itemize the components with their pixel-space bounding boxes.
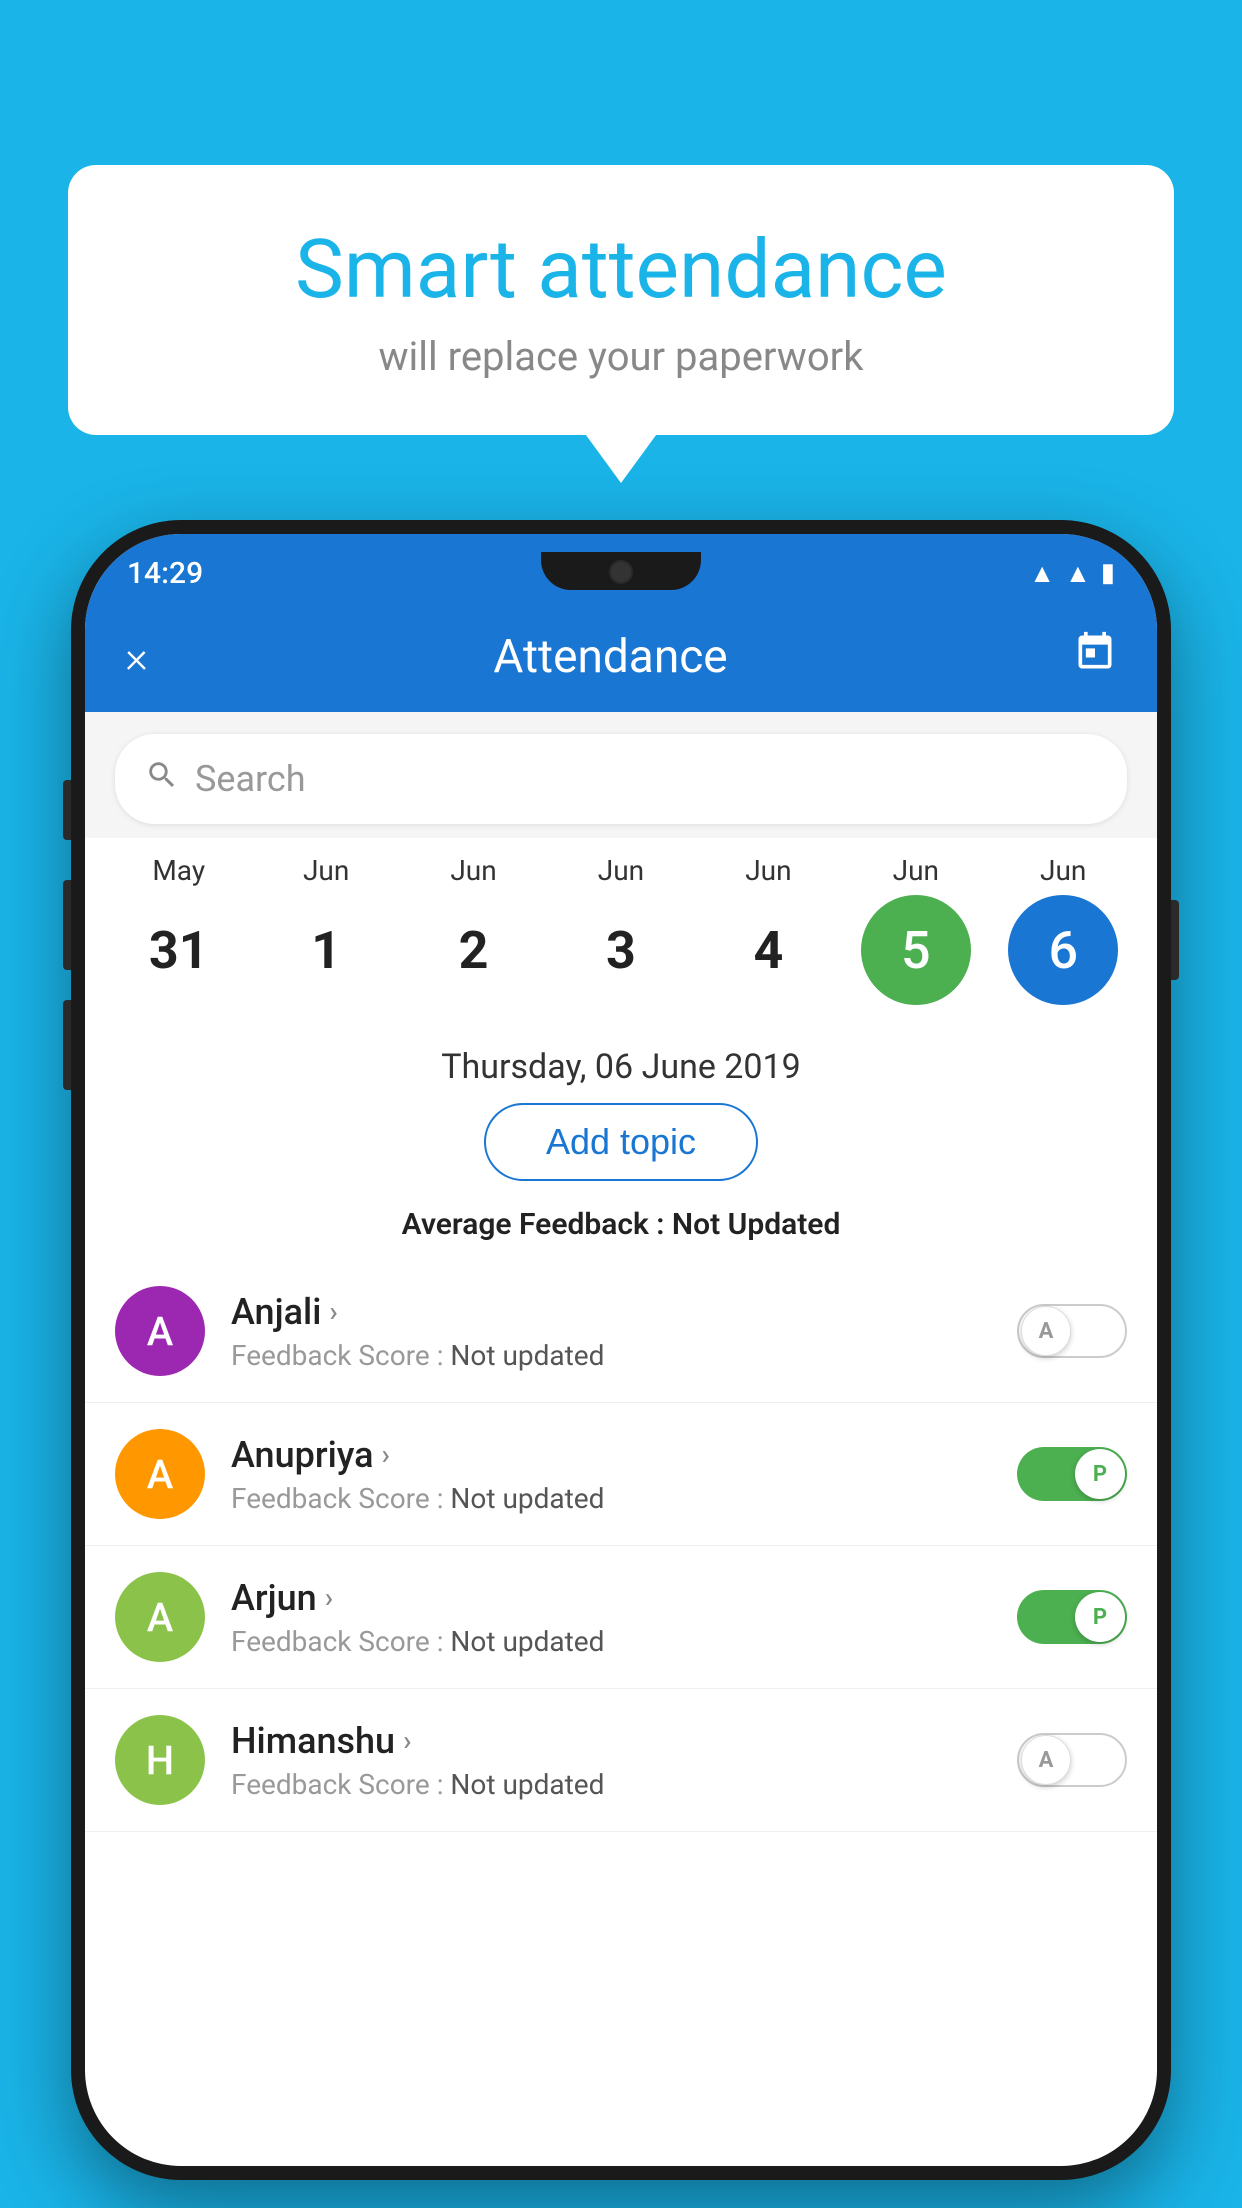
- student-item[interactable]: H Himanshu › Feedback Score : Not updatedA: [85, 1689, 1157, 1832]
- calendar-day[interactable]: Jun 1: [261, 854, 391, 1005]
- student-avatar: A: [115, 1429, 205, 1519]
- wifi-icon: ▲: [1029, 558, 1055, 589]
- calendar-day[interactable]: May 31: [114, 854, 244, 1005]
- student-name: Anjali ›: [231, 1291, 1017, 1333]
- student-item[interactable]: A Anupriya › Feedback Score : Not updated P: [85, 1403, 1157, 1546]
- cal-date-number: 2: [419, 895, 529, 1005]
- student-item[interactable]: A Arjun › Feedback Score : Not updated P: [85, 1546, 1157, 1689]
- cal-date-number: 31: [124, 895, 234, 1005]
- cal-date-number: 6: [1008, 895, 1118, 1005]
- student-feedback: Feedback Score : Not updated: [231, 1768, 1017, 1801]
- toggle-knob: P: [1075, 1592, 1125, 1642]
- cal-month-label: Jun: [303, 854, 349, 887]
- cal-month-label: Jun: [1040, 854, 1086, 887]
- status-time: 14:29: [127, 556, 203, 591]
- student-feedback: Feedback Score : Not updated: [231, 1625, 1017, 1658]
- student-info: Anjali › Feedback Score : Not updated: [231, 1291, 1017, 1372]
- student-info: Arjun › Feedback Score : Not updated: [231, 1577, 1017, 1658]
- close-button[interactable]: ×: [125, 631, 148, 683]
- calendar-day[interactable]: Jun 6: [998, 854, 1128, 1005]
- student-avatar: H: [115, 1715, 205, 1805]
- student-avatar: A: [115, 1572, 205, 1662]
- attendance-toggle[interactable]: P: [1017, 1590, 1127, 1644]
- search-icon: [145, 758, 179, 801]
- chevron-icon: ›: [403, 1724, 411, 1757]
- power-button: [1171, 900, 1179, 980]
- signal-icon: ▲: [1065, 558, 1091, 589]
- content-area: Thursday, 06 June 2019 Add topic Average…: [85, 1029, 1157, 1260]
- chevron-icon: ›: [325, 1581, 333, 1614]
- volume-up-button: [63, 780, 71, 840]
- calendar-day[interactable]: Jun 4: [703, 854, 833, 1005]
- student-list: AAnjali ›Feedback Score : Not updatedAAA…: [85, 1260, 1157, 1832]
- cal-date-number: 4: [713, 895, 823, 1005]
- student-name: Himanshu ›: [231, 1720, 1017, 1762]
- cal-month-label: Jun: [598, 854, 644, 887]
- phone-device: 14:29 ▲ ▲ ▮ × Attendance: [71, 520, 1171, 2180]
- cal-date-number: 5: [861, 895, 971, 1005]
- phone-screen: 14:29 ▲ ▲ ▮ × Attendance: [85, 534, 1157, 2166]
- chevron-icon: ›: [382, 1438, 390, 1471]
- student-avatar: A: [115, 1286, 205, 1376]
- toggle-knob: A: [1021, 1735, 1071, 1785]
- student-feedback: Feedback Score : Not updated: [231, 1339, 1017, 1372]
- avg-feedback-value: Not Updated: [672, 1207, 840, 1242]
- attendance-toggle[interactable]: P: [1017, 1447, 1127, 1501]
- cal-month-label: Jun: [450, 854, 496, 887]
- toggle-knob: A: [1021, 1306, 1071, 1356]
- phone-notch: [541, 552, 701, 590]
- student-info: Himanshu › Feedback Score : Not updated: [231, 1720, 1017, 1801]
- battery-icon: ▮: [1101, 558, 1115, 588]
- calendar-day[interactable]: Jun 3: [556, 854, 686, 1005]
- bubble-subtitle: will replace your paperwork: [118, 333, 1124, 380]
- cal-month-label: Jun: [745, 854, 791, 887]
- status-icons: ▲ ▲ ▮: [1029, 558, 1115, 589]
- selected-date: Thursday, 06 June 2019: [115, 1029, 1127, 1103]
- bubble-title: Smart attendance: [118, 225, 1124, 315]
- silent-button: [63, 1000, 71, 1090]
- cal-date-number: 3: [566, 895, 676, 1005]
- calendar-day[interactable]: Jun 2: [409, 854, 539, 1005]
- speech-bubble: Smart attendance will replace your paper…: [68, 165, 1174, 435]
- cal-month-label: May: [152, 854, 205, 887]
- cal-month-label: Jun: [893, 854, 939, 887]
- attendance-toggle[interactable]: A: [1017, 1304, 1127, 1358]
- toggle-knob: P: [1075, 1449, 1125, 1499]
- search-bar[interactable]: Search: [115, 734, 1127, 824]
- avg-feedback-label: Average Feedback :: [402, 1207, 665, 1242]
- avg-feedback: Average Feedback : Not Updated: [115, 1197, 1127, 1260]
- student-feedback: Feedback Score : Not updated: [231, 1482, 1017, 1515]
- search-placeholder: Search: [195, 758, 306, 800]
- calendar-icon[interactable]: [1073, 630, 1117, 684]
- search-container: Search: [85, 712, 1157, 838]
- student-name: Arjun ›: [231, 1577, 1017, 1619]
- chevron-icon: ›: [329, 1295, 337, 1328]
- front-camera: [609, 560, 633, 584]
- calendar-strip: May 31 Jun 1 Jun 2 Jun 3 Jun 4 Jun 5 Jun 6: [85, 838, 1157, 1029]
- student-item[interactable]: AAnjali ›Feedback Score : Not updatedA: [85, 1260, 1157, 1403]
- calendar-day[interactable]: Jun 5: [851, 854, 981, 1005]
- volume-down-button: [63, 880, 71, 970]
- student-info: Anupriya › Feedback Score : Not updated: [231, 1434, 1017, 1515]
- header-title: Attendance: [493, 630, 727, 684]
- app-header: × Attendance: [85, 602, 1157, 712]
- student-name: Anupriya ›: [231, 1434, 1017, 1476]
- phone-frame: 14:29 ▲ ▲ ▮ × Attendance: [71, 520, 1171, 2180]
- add-topic-button[interactable]: Add topic: [484, 1103, 758, 1181]
- attendance-toggle[interactable]: A: [1017, 1733, 1127, 1787]
- cal-date-number: 1: [271, 895, 381, 1005]
